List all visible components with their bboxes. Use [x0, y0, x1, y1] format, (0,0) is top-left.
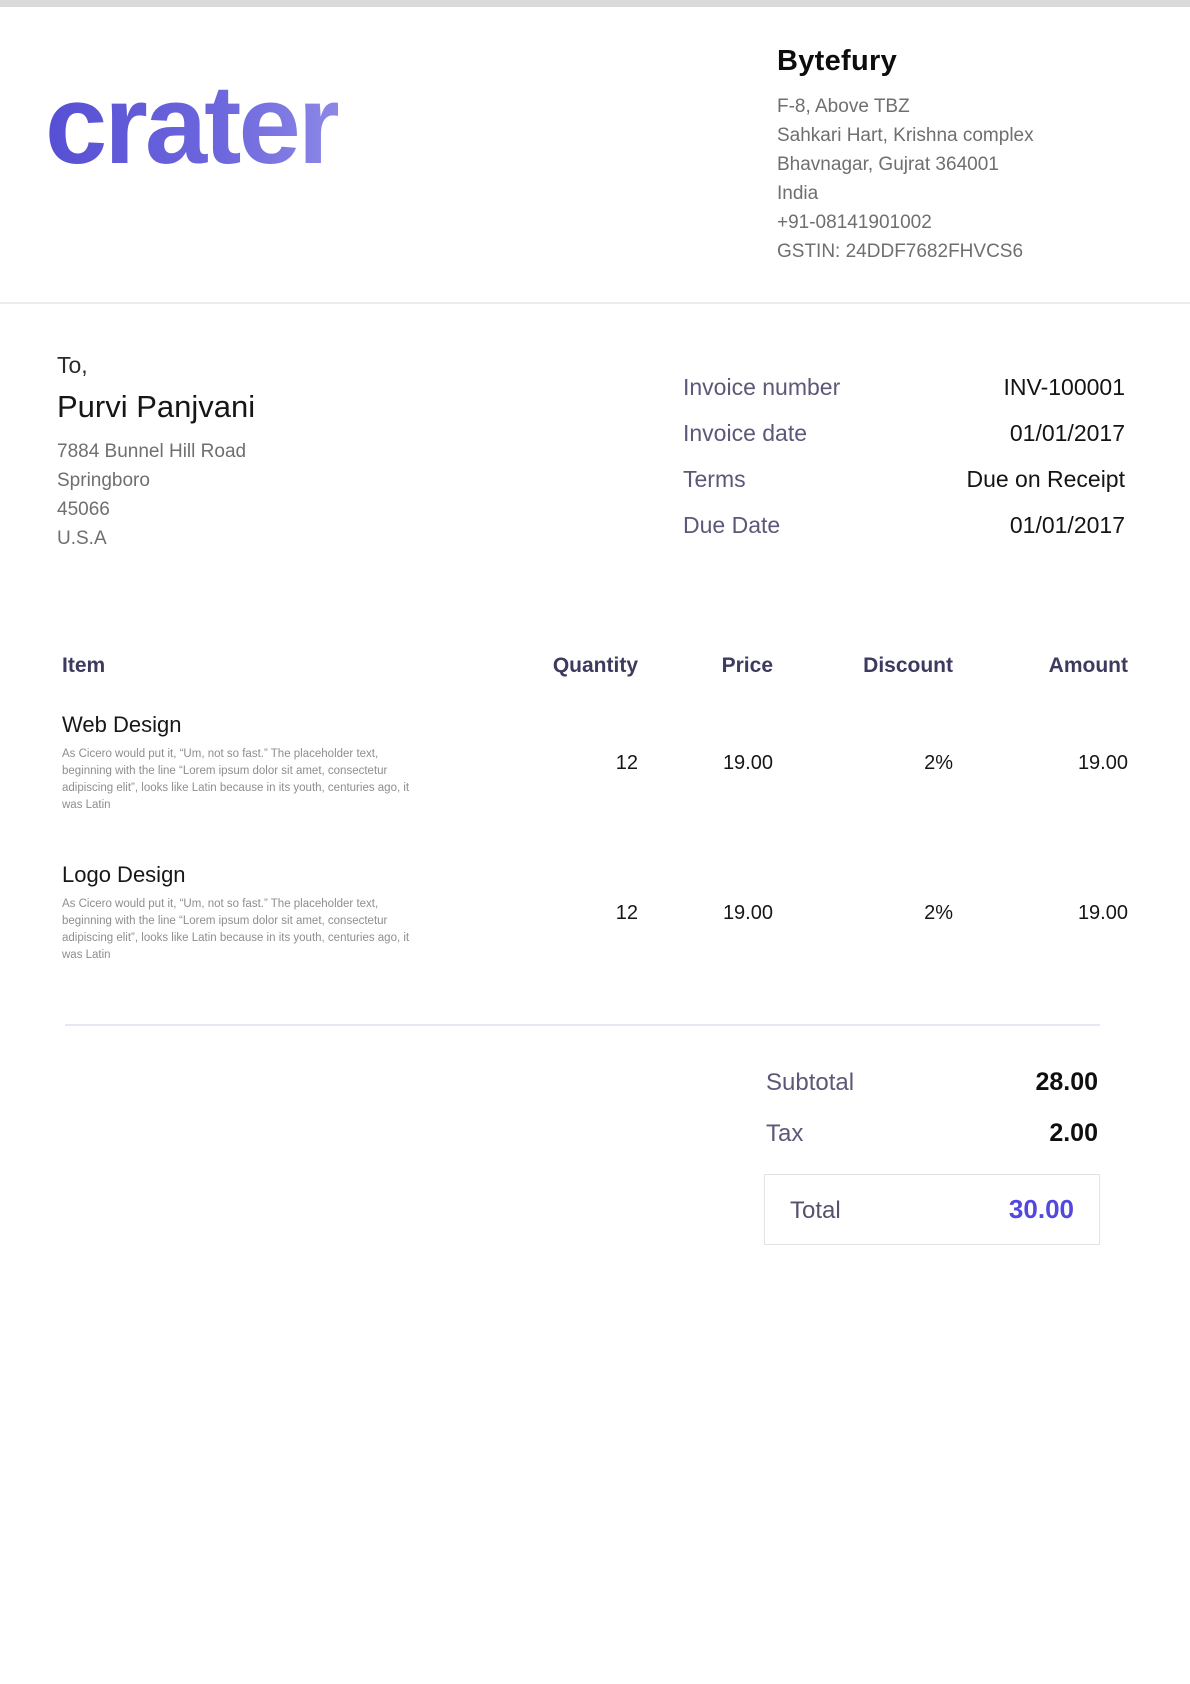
- company-name: Bytefury: [777, 45, 1062, 78]
- item-amount: 19.00: [953, 712, 1128, 862]
- due-date-row: Due Date 01/01/2017: [683, 512, 1125, 539]
- company-gstin: GSTIN: 24DDF7682FHVCS6: [777, 237, 1062, 266]
- items-table-header-row: Item Quantity Price Discount Amount: [62, 654, 1128, 712]
- invoice-date-value: 01/01/2017: [1010, 420, 1125, 447]
- item-cell: Web Design As Cicero would put it, “Um, …: [62, 712, 503, 862]
- total-label: Total: [790, 1197, 841, 1225]
- column-header-discount: Discount: [773, 654, 953, 712]
- customer-address: 7884 Bunnel Hill Road Springboro 45066 U…: [57, 437, 255, 553]
- totals-section: Subtotal 28.00 Tax 2.00 Total 30.00: [764, 1068, 1100, 1245]
- table-bottom-divider: [65, 1024, 1100, 1026]
- item-name: Logo Design: [62, 862, 413, 888]
- item-amount: 19.00: [953, 862, 1128, 1012]
- company-address-line: F-8, Above TBZ: [777, 92, 1062, 121]
- company-phone: +91-08141901002: [777, 208, 1062, 237]
- billing-section: To, Purvi Panjvani 7884 Bunnel Hill Road…: [0, 304, 1190, 558]
- invoice-number-label: Invoice number: [683, 374, 840, 401]
- bill-to-block: To, Purvi Panjvani 7884 Bunnel Hill Road…: [57, 352, 255, 558]
- terms-value: Due on Receipt: [966, 466, 1125, 493]
- crater-logo: crater: [45, 69, 338, 181]
- invoice-number-value: INV-100001: [1004, 374, 1125, 401]
- column-header-amount: Amount: [953, 654, 1128, 712]
- subtotal-value: 28.00: [1035, 1068, 1098, 1097]
- invoice-date-row: Invoice date 01/01/2017: [683, 420, 1125, 447]
- customer-address-line: 45066: [57, 495, 255, 524]
- items-table: Item Quantity Price Discount Amount Web …: [62, 654, 1128, 1012]
- customer-address-line: Springboro: [57, 466, 255, 495]
- subtotal-label: Subtotal: [766, 1069, 854, 1097]
- item-discount: 2%: [773, 712, 953, 862]
- column-header-price: Price: [638, 654, 773, 712]
- table-row: Logo Design As Cicero would put it, “Um,…: [62, 862, 1128, 1012]
- invoice-number-row: Invoice number INV-100001: [683, 374, 1125, 401]
- items-section: Item Quantity Price Discount Amount Web …: [0, 654, 1190, 1012]
- invoice-document: crater Bytefury F-8, Above TBZ Sahkari H…: [0, 0, 1190, 1245]
- customer-name: Purvi Panjvani: [57, 389, 255, 425]
- invoice-date-label: Invoice date: [683, 420, 807, 447]
- column-header-quantity: Quantity: [503, 654, 638, 712]
- item-quantity: 12: [503, 862, 638, 1012]
- item-price: 19.00: [638, 862, 773, 1012]
- item-price: 19.00: [638, 712, 773, 862]
- total-value: 30.00: [1009, 1194, 1074, 1225]
- company-address-line: India: [777, 179, 1062, 208]
- total-box: Total 30.00: [764, 1174, 1100, 1245]
- bill-to-intro: To,: [57, 352, 255, 379]
- tax-row: Tax 2.00: [764, 1119, 1100, 1148]
- invoice-header: crater Bytefury F-8, Above TBZ Sahkari H…: [0, 7, 1190, 304]
- subtotal-row: Subtotal 28.00: [764, 1068, 1100, 1097]
- company-address-line: Sahkari Hart, Krishna complex: [777, 121, 1062, 150]
- terms-label: Terms: [683, 466, 746, 493]
- company-info: Bytefury F-8, Above TBZ Sahkari Hart, Kr…: [777, 41, 1062, 266]
- due-date-label: Due Date: [683, 512, 780, 539]
- terms-row: Terms Due on Receipt: [683, 466, 1125, 493]
- due-date-value: 01/01/2017: [1010, 512, 1125, 539]
- tax-label: Tax: [766, 1120, 803, 1148]
- company-address-line: Bhavnagar, Gujrat 364001: [777, 150, 1062, 179]
- invoice-meta: Invoice number INV-100001 Invoice date 0…: [683, 352, 1125, 558]
- item-discount: 2%: [773, 862, 953, 1012]
- tax-value: 2.00: [1049, 1119, 1098, 1148]
- column-header-item: Item: [62, 654, 503, 712]
- item-quantity: 12: [503, 712, 638, 862]
- item-description: As Cicero would put it, “Um, not so fast…: [62, 746, 413, 814]
- top-border: [0, 0, 1190, 7]
- item-name: Web Design: [62, 712, 413, 738]
- table-row: Web Design As Cicero would put it, “Um, …: [62, 712, 1128, 862]
- company-address: F-8, Above TBZ Sahkari Hart, Krishna com…: [777, 92, 1062, 266]
- customer-address-line: U.S.A: [57, 524, 255, 553]
- item-cell: Logo Design As Cicero would put it, “Um,…: [62, 862, 503, 1012]
- customer-address-line: 7884 Bunnel Hill Road: [57, 437, 255, 466]
- item-description: As Cicero would put it, “Um, not so fast…: [62, 896, 413, 964]
